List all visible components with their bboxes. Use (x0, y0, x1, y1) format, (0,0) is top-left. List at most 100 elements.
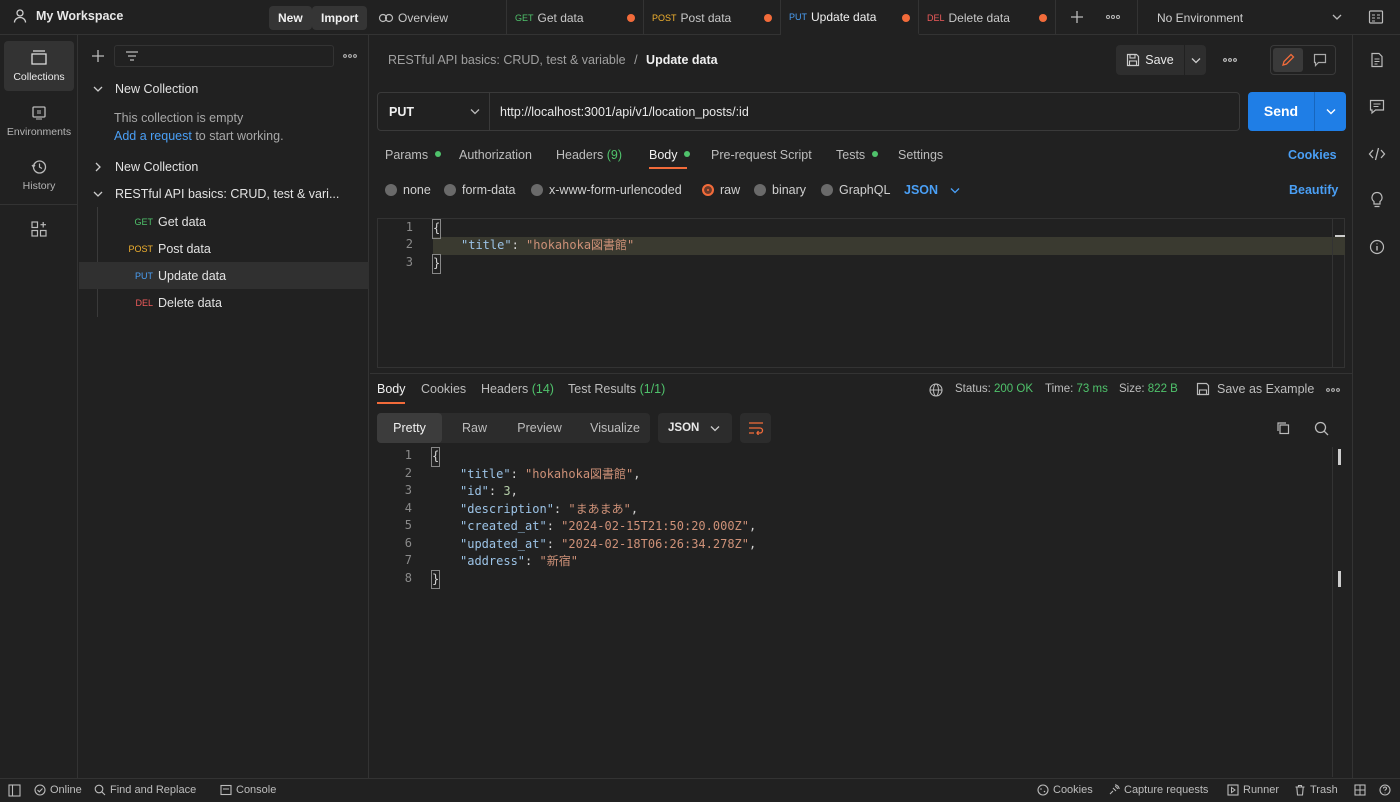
body-format-select[interactable]: JSON (904, 183, 960, 197)
globe-icon[interactable] (929, 383, 943, 397)
environment-select[interactable]: No Environment (1137, 0, 1352, 35)
response-tab-headers[interactable]: Headers (14) (481, 382, 554, 396)
body-type-urlencoded[interactable]: x-www-form-urlencoded (531, 183, 682, 197)
tab-prerequest-script[interactable]: Pre-request Script (711, 148, 812, 162)
tab-get-data[interactable]: GET Get data (507, 0, 644, 35)
filter-input[interactable] (114, 45, 334, 67)
sidebar-toggle-icon (8, 784, 21, 797)
response-status[interactable]: Status: 200 OK (955, 383, 1033, 395)
runner-button[interactable]: Runner (1227, 784, 1279, 796)
save-button[interactable]: Save (1116, 45, 1184, 75)
view-pretty-button[interactable]: Pretty (377, 413, 442, 443)
chevron-right-icon (95, 162, 101, 171)
method-select[interactable]: PUT (378, 93, 490, 130)
response-time[interactable]: Time: 73 ms (1045, 383, 1108, 395)
line-number: 5 (404, 518, 412, 532)
online-status[interactable]: Online (34, 784, 82, 796)
create-collection-button[interactable] (91, 49, 105, 63)
trash-button[interactable]: Trash (1294, 784, 1338, 796)
collection-new-collection-1[interactable]: New Collection (79, 75, 369, 102)
tab-settings[interactable]: Settings (898, 148, 943, 162)
new-button[interactable]: New (269, 6, 312, 30)
body-type-binary[interactable]: binary (754, 183, 806, 197)
cookies-button[interactable]: Cookies (1037, 784, 1093, 796)
response-size[interactable]: Size: 822 B (1119, 383, 1178, 395)
view-visualize-button[interactable]: Visualize (580, 413, 650, 443)
new-tab-button[interactable] (1070, 10, 1084, 24)
console-icon (220, 784, 232, 796)
edit-mode-button[interactable] (1273, 48, 1303, 72)
response-tab-body[interactable]: Body (377, 382, 406, 396)
environment-quick-look-button[interactable] (1368, 9, 1384, 25)
body-type-raw[interactable]: raw (702, 183, 740, 197)
tab-update-data[interactable]: PUT Update data (781, 0, 919, 35)
breadcrumb-parent[interactable]: RESTful API basics: CRUD, test & variabl… (388, 53, 626, 67)
body-type-none[interactable]: none (385, 183, 431, 197)
response-scrollbar[interactable] (1332, 447, 1345, 777)
two-pane-view-button[interactable] (1354, 784, 1366, 796)
request-post-data[interactable]: POST Post data (79, 235, 369, 262)
console-button[interactable]: Console (220, 784, 276, 796)
tab-delete-data[interactable]: DEL Delete data (919, 0, 1056, 35)
info-button[interactable] (1369, 239, 1385, 255)
copy-response-button[interactable] (1276, 421, 1290, 435)
request-more-button[interactable] (1222, 55, 1238, 65)
view-raw-button[interactable]: Raw (447, 413, 502, 443)
toggle-sidebar-button[interactable] (8, 784, 21, 797)
response-body-viewer[interactable]: 1 { 2 "title": "hokahoka図書館", 3 "id": 3,… (377, 447, 1345, 777)
overview-icon (378, 13, 394, 22)
workspace-switcher[interactable]: My Workspace (12, 8, 123, 24)
scrollbar-thumb[interactable] (1338, 449, 1341, 465)
rail-collections[interactable]: Collections (4, 41, 74, 91)
body-type-form-data[interactable]: form-data (444, 183, 516, 197)
rail-configure-button[interactable] (30, 220, 48, 238)
search-response-button[interactable] (1314, 421, 1329, 436)
save-dropdown-button[interactable] (1184, 45, 1206, 75)
rail-history[interactable]: History (4, 150, 74, 200)
code-snippet-button[interactable] (1368, 146, 1386, 162)
pane-divider[interactable] (370, 373, 1352, 374)
request-get-data[interactable]: GET Get data (79, 208, 369, 235)
response-format-select[interactable]: JSON (658, 413, 732, 443)
response-tab-test-results[interactable]: Test Results (1/1) (568, 382, 665, 396)
view-mode-toggle (1270, 45, 1336, 75)
time-value: 73 ms (1076, 383, 1108, 395)
tab-tests[interactable]: Tests (836, 148, 878, 162)
response-more-button[interactable] (1325, 386, 1341, 394)
add-request-link[interactable]: Add a request (114, 129, 192, 143)
tabs-more-button[interactable] (1105, 11, 1121, 23)
tab-overview[interactable]: Overview (370, 0, 507, 35)
send-dropdown-button[interactable] (1314, 92, 1346, 131)
request-delete-data[interactable]: DEL Delete data (79, 289, 369, 316)
help-button[interactable] (1379, 784, 1391, 796)
request-body-editor[interactable]: 1 { 2 "title": "hokahoka図書館" 3 } (377, 218, 1345, 368)
view-preview-button[interactable]: Preview (507, 413, 572, 443)
response-tab-cookies[interactable]: Cookies (421, 382, 466, 396)
rail-environments[interactable]: Environments (4, 96, 74, 146)
tab-body[interactable]: Body (649, 148, 690, 162)
collection-restful-api[interactable]: RESTful API basics: CRUD, test & vari... (79, 180, 369, 207)
beautify-link[interactable]: Beautify (1289, 183, 1338, 197)
send-button[interactable]: Send (1248, 92, 1314, 131)
body-type-graphql[interactable]: GraphQL (821, 183, 890, 197)
scrollbar-thumb[interactable] (1335, 235, 1345, 237)
documentation-button[interactable] (1369, 52, 1385, 68)
related-collections-button[interactable] (1369, 191, 1385, 209)
request-update-data[interactable]: PUT Update data (79, 262, 369, 289)
editor-scrollbar[interactable] (1332, 219, 1345, 367)
tab-authorization[interactable]: Authorization (459, 148, 532, 162)
cookies-link[interactable]: Cookies (1288, 148, 1337, 162)
wrap-lines-button[interactable] (740, 413, 771, 443)
tab-post-data[interactable]: POST Post data (644, 0, 781, 35)
save-as-example-button[interactable]: Save as Example (1196, 382, 1314, 396)
url-input[interactable]: http://localhost:3001/api/v1/location_po… (500, 105, 749, 119)
collection-new-collection-2[interactable]: New Collection (79, 153, 369, 180)
comment-mode-button[interactable] (1305, 48, 1335, 72)
capture-requests-button[interactable]: Capture requests (1108, 784, 1208, 796)
find-replace-button[interactable]: Find and Replace (94, 784, 196, 796)
sidebar-more-button[interactable] (342, 51, 358, 61)
import-button[interactable]: Import (312, 6, 368, 30)
comments-button[interactable] (1369, 99, 1385, 115)
tab-headers[interactable]: Headers (9) (556, 148, 622, 162)
tab-params[interactable]: Params (385, 148, 441, 162)
